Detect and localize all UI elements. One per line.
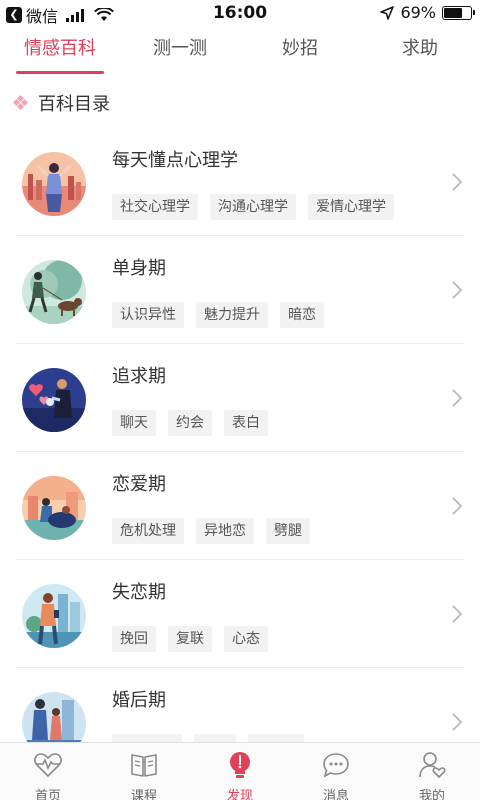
couple-hearts-illustration: [22, 368, 86, 432]
tag-list: 认识异性 魅力提升 暗恋: [112, 302, 324, 328]
nav-home[interactable]: 首页: [0, 743, 96, 800]
tag[interactable]: 危机处理: [112, 518, 184, 544]
tag[interactable]: 爱情心理学: [308, 194, 394, 220]
nav-discover[interactable]: 发现: [192, 743, 288, 800]
category-item-single[interactable]: 单身期 认识异性 魅力提升 暗恋: [16, 236, 464, 344]
nav-me[interactable]: 我的: [384, 743, 480, 800]
nav-label: 发现: [226, 789, 253, 800]
tag[interactable]: 沟通心理学: [210, 194, 296, 220]
location-arrow-icon: [380, 5, 395, 20]
chevron-right-icon: [452, 281, 463, 299]
category-item-daily-psychology[interactable]: 每天懂点心理学 社交心理学 沟通心理学 爱情心理学: [16, 128, 464, 236]
top-tabs: 情感百科 测一测 妙招 求助: [0, 26, 480, 78]
chevron-right-icon: [452, 497, 463, 515]
category-title: 单身期: [112, 258, 166, 279]
tag[interactable]: 异地恋: [196, 518, 254, 544]
tag[interactable]: 聊天: [112, 410, 156, 436]
tab-encyclopedia[interactable]: 情感百科: [0, 26, 120, 78]
tag[interactable]: 认识异性: [112, 302, 184, 328]
tag-list: [112, 734, 304, 742]
chevron-right-icon: [452, 605, 463, 623]
battery-percent: 69%: [400, 3, 436, 22]
battery-fill: [444, 7, 462, 18]
chat-bubble-icon: [323, 753, 349, 778]
nav-label: 课程: [130, 789, 157, 800]
tag-list: 挽回 复联 心态: [112, 626, 268, 652]
tag-list: 危机处理 异地恋 劈腿: [112, 518, 310, 544]
tag[interactable]: 社交心理学: [112, 194, 198, 220]
tag[interactable]: [248, 734, 304, 742]
tab-tips[interactable]: 妙招: [240, 26, 360, 78]
nav-label: 消息: [322, 789, 349, 800]
category-list: 每天懂点心理学 社交心理学 沟通心理学 爱情心理学 单身期 认识异性 魅力提升 …: [0, 128, 480, 742]
category-title: 追求期: [112, 366, 166, 387]
status-bar: ❮ 微信 16:00 69%: [0, 0, 480, 26]
section-header: 百科目录: [12, 90, 110, 116]
category-item-pursuit[interactable]: 追求期 聊天 约会 表白: [16, 344, 464, 452]
tag[interactable]: 心态: [224, 626, 268, 652]
lightbulb-icon: [230, 752, 250, 778]
section-title: 百科目录: [38, 94, 110, 115]
user-heart-icon: [419, 752, 446, 779]
diamond-cluster-icon: [12, 94, 29, 111]
nav-courses[interactable]: 课程: [96, 743, 192, 800]
tag[interactable]: 挽回: [112, 626, 156, 652]
woman-phone-illustration: [22, 584, 86, 648]
tab-test[interactable]: 测一测: [120, 26, 240, 78]
married-couple-illustration: [22, 692, 86, 742]
tag[interactable]: 表白: [224, 410, 268, 436]
nav-messages[interactable]: 消息: [288, 743, 384, 800]
woman-city-illustration: [22, 152, 86, 216]
category-item-breakup[interactable]: 失恋期 挽回 复联 心态: [16, 560, 464, 668]
couple-sitting-illustration: [22, 476, 86, 540]
heartbeat-icon: [34, 753, 62, 778]
man-walking-dog-illustration: [22, 260, 86, 324]
status-bar-right: 69%: [380, 3, 475, 22]
tag[interactable]: 复联: [168, 626, 212, 652]
open-book-icon: [131, 754, 157, 777]
tag[interactable]: 约会: [168, 410, 212, 436]
category-title: 婚后期: [112, 690, 166, 711]
chevron-right-icon: [452, 389, 463, 407]
tag[interactable]: [194, 734, 236, 742]
battery-icon: [442, 5, 475, 20]
tag[interactable]: 暗恋: [280, 302, 324, 328]
tag-list: 聊天 约会 表白: [112, 410, 268, 436]
nav-label: 我的: [418, 789, 445, 800]
category-title: 失恋期: [112, 582, 166, 603]
tab-help[interactable]: 求助: [360, 26, 480, 78]
tag[interactable]: 劈腿: [266, 518, 310, 544]
nav-label: 首页: [34, 789, 61, 800]
category-title: 恋爱期: [112, 474, 166, 495]
chevron-right-icon: [452, 713, 463, 731]
bottom-nav: 首页 课程 发现 消息 我的: [0, 742, 480, 800]
category-item-married[interactable]: 婚后期: [16, 668, 464, 742]
tag[interactable]: [112, 734, 182, 742]
chevron-right-icon: [452, 173, 463, 191]
tag-list: 社交心理学 沟通心理学 爱情心理学: [112, 194, 394, 220]
category-item-in-love[interactable]: 恋爱期 危机处理 异地恋 劈腿: [16, 452, 464, 560]
tag[interactable]: 魅力提升: [196, 302, 268, 328]
category-title: 每天懂点心理学: [112, 150, 238, 171]
